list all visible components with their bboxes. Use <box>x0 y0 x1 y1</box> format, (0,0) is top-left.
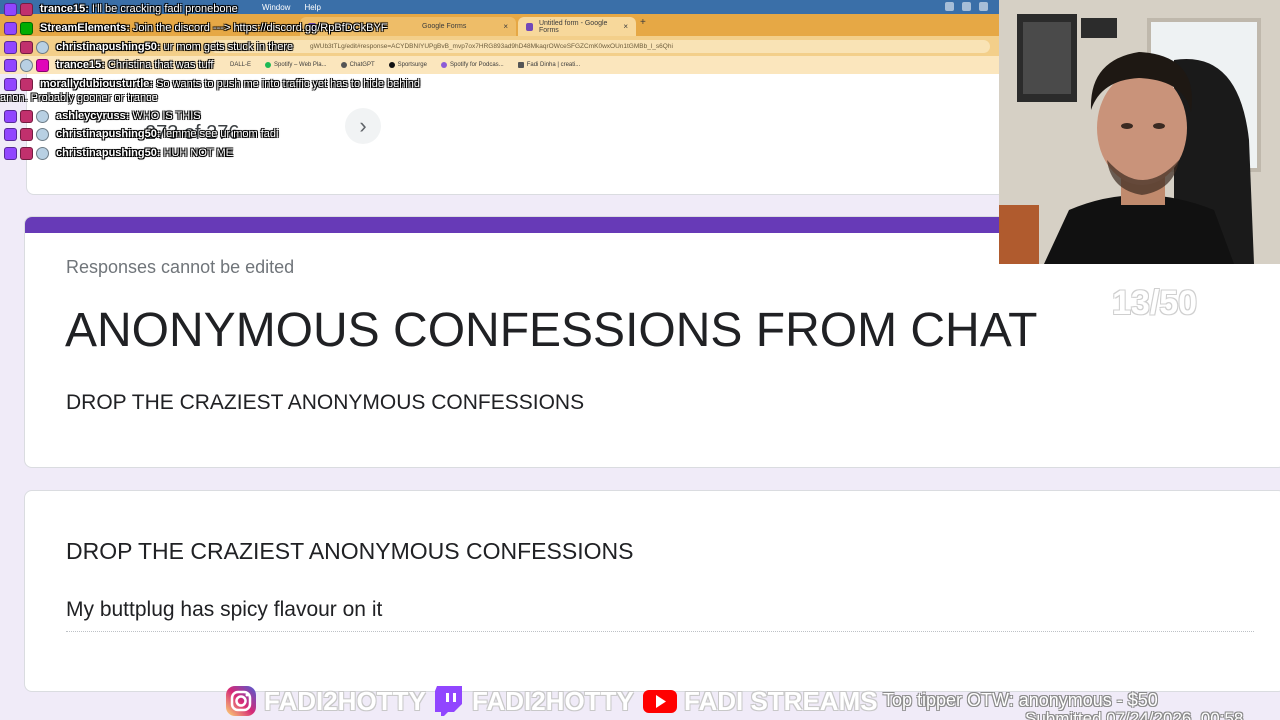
chat-message: trance15: Christina that was tuff <box>4 57 214 73</box>
chat-username[interactable]: christinapushing50: <box>56 128 161 140</box>
social-handle-text: FADI2HOTTY <box>264 685 426 716</box>
bookmark-label: Fadi Dinha | creati... <box>526 62 581 68</box>
sub-badge-icon <box>20 109 33 123</box>
bookmark-fadi-dinha[interactable]: Fadi Dinha | creati... <box>517 62 581 68</box>
chat-message: trance15: I'll be cracking fadi pronebon… <box>4 1 238 17</box>
chat-username[interactable]: christinapushing50: <box>56 147 161 159</box>
sub-badge-icon <box>20 127 33 141</box>
status-icon[interactable] <box>979 2 988 11</box>
form-description: DROP THE CRAZIEST ANONYMOUS CONFESSIONS <box>66 391 585 414</box>
chat-username[interactable]: trance15: <box>56 59 105 71</box>
chat-message-text: Christina that was tuff <box>107 59 214 71</box>
webcam-image <box>999 0 1280 264</box>
chat-message: christinapushing50: HUH NOT ME <box>4 145 233 161</box>
chat-username[interactable]: StreamElements: <box>40 22 130 34</box>
chat-message-text: WHO IS THIS <box>132 110 201 122</box>
chat-username[interactable]: trance15: <box>40 3 89 15</box>
menubar-status-icons <box>945 2 988 11</box>
confession-counter: 13/50 <box>1112 284 1198 322</box>
chat-message-text: HUH NOT ME <box>163 147 233 159</box>
forms-icon <box>526 22 533 31</box>
sub-badge-icon <box>20 77 33 91</box>
chat-message-text: So wants to push me into traffic yet has… <box>156 78 421 90</box>
chat-message-continuation: anon. Probably gooner or trance <box>0 92 158 104</box>
status-icon[interactable] <box>945 2 954 11</box>
submitted-timestamp: Submitted 07/24/2026, 00:58 <box>1025 709 1244 720</box>
instagram-icon <box>226 686 256 716</box>
chat-message-text: Join the discord ---> https://discord.gg… <box>132 22 388 34</box>
mod-badge-icon <box>4 127 17 141</box>
twitch-icon <box>435 686 462 716</box>
mod-badge-icon <box>4 2 17 16</box>
tab-untitled-form[interactable]: Untitled form - Google Forms × <box>518 17 636 36</box>
chat-message: morallydubiousturtle: So wants to push m… <box>4 76 420 92</box>
sub-badge-icon <box>20 146 33 160</box>
mod-badge-icon <box>4 40 17 54</box>
bot-badge-icon <box>20 21 33 35</box>
instagram-handle: FADI2HOTTY <box>224 684 426 718</box>
chat-username[interactable]: morallydubiousturtle: <box>40 78 153 90</box>
chat-message-text: I'll be cracking fadi pronebone <box>91 3 238 15</box>
stream-chat-overlay: trance15: I'll be cracking fadi pronebon… <box>0 0 520 170</box>
youtube-icon <box>643 690 677 713</box>
chat-username[interactable]: ashleycyruss: <box>56 110 129 122</box>
sub-badge-icon <box>20 40 33 54</box>
question-card: DROP THE CRAZIEST ANONYMOUS CONFESSIONS … <box>24 490 1280 692</box>
gift-badge-icon <box>36 146 49 160</box>
chat-message: ashleycyruss: WHO IS THIS <box>4 108 201 124</box>
mod-badge-icon <box>4 77 17 91</box>
youtube-handle: FADI STREAMS <box>642 684 878 718</box>
social-handle-text: FADI STREAMS <box>684 685 878 716</box>
twitch-handle: FADI2HOTTY <box>432 684 634 718</box>
tab-label: Untitled form - Google Forms <box>538 19 608 34</box>
gift-badge-icon <box>36 127 49 141</box>
chat-message: StreamElements: Join the discord ---> ht… <box>4 20 388 36</box>
close-tab-icon[interactable]: × <box>623 22 628 31</box>
chat-message: christinapushing50: ur mom gets stuck in… <box>4 39 293 55</box>
social-handle-text: FADI2HOTTY <box>472 685 634 716</box>
mod-badge-icon <box>4 109 17 123</box>
gift-badge-icon <box>36 109 49 123</box>
gift-badge-icon <box>20 58 33 72</box>
mod-badge-icon <box>4 21 17 35</box>
chat-message: christinapushing50: lemme see ur mom fad… <box>4 126 278 142</box>
new-tab-icon[interactable]: + <box>640 17 646 28</box>
responses-locked-notice: Responses cannot be edited <box>66 257 295 277</box>
chat-message-text: ur mom gets stuck in there <box>163 41 294 53</box>
form-title: ANONYMOUS CONFESSIONS FROM CHAT <box>65 304 1038 357</box>
mod-badge-icon <box>4 58 17 72</box>
sub-badge-icon <box>20 2 33 16</box>
mod-badge-icon <box>4 146 17 160</box>
top-tipper-ticker: Top tipper OTW: anonymous - $50 <box>883 690 1158 710</box>
gift-badge-icon <box>36 40 49 54</box>
vip-badge-icon <box>36 58 49 72</box>
webcam-feed <box>999 0 1280 264</box>
chat-message-text: lemme see ur mom fadi <box>163 128 279 140</box>
chat-username[interactable]: christinapushing50: <box>56 41 161 53</box>
response-answer: My buttplug has spicy flavour on it <box>66 598 1254 632</box>
question-title: DROP THE CRAZIEST ANONYMOUS CONFESSIONS <box>66 538 634 564</box>
status-icon[interactable] <box>962 2 971 11</box>
